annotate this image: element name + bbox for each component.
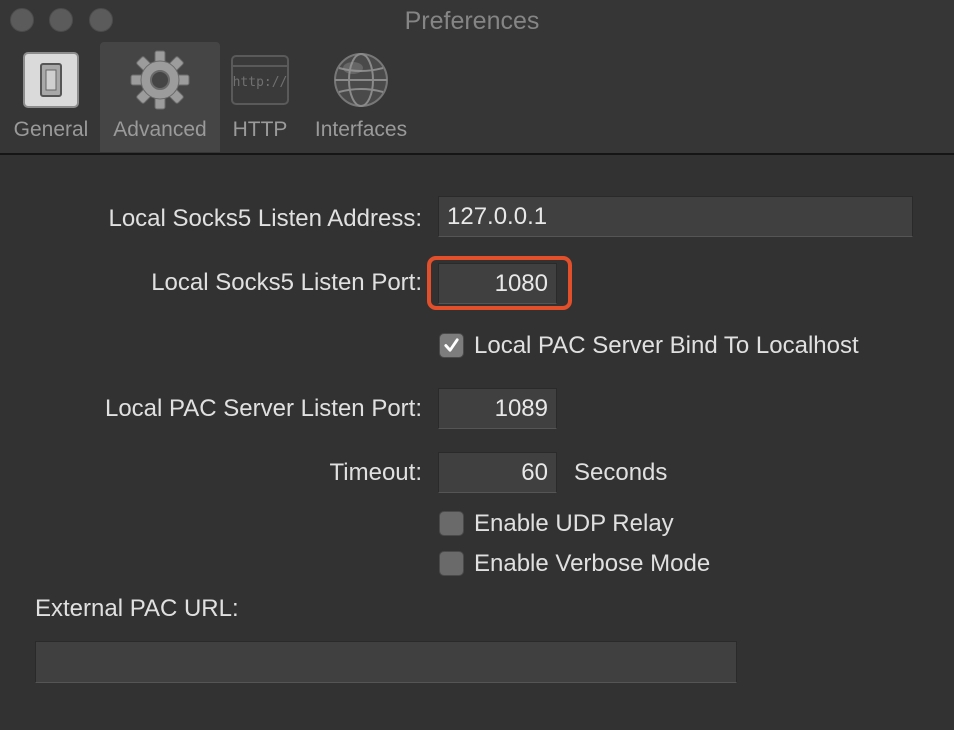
external-pac-label: External PAC URL: — [35, 595, 239, 622]
timeout-label: Timeout: — [329, 459, 422, 486]
socks-address-label: Local Socks5 Listen Address: — [108, 205, 422, 232]
toolbar: Preferences General Advanced http:// HTT… — [0, 0, 954, 155]
external-pac-input[interactable] — [35, 641, 737, 683]
tab-label: Advanced — [113, 118, 207, 141]
socks-port-label: Local Socks5 Listen Port: — [151, 269, 422, 296]
tab-label: Interfaces — [314, 118, 408, 141]
verbose-checkbox[interactable] — [439, 551, 464, 576]
window-title: Preferences — [404, 7, 540, 35]
pac-port-label: Local PAC Server Listen Port: — [104, 395, 422, 422]
checkmark-icon — [444, 338, 459, 352]
highlight-box — [427, 256, 572, 310]
pac-bind-label: Local PAC Server Bind To Localhost — [474, 332, 859, 359]
tab-label: HTTP — [232, 118, 288, 141]
tab-advanced[interactable]: Advanced — [100, 42, 220, 152]
svg-text:http://: http:// — [233, 75, 288, 90]
preferences-window: Preferences General Advanced http:// HTT… — [0, 0, 954, 730]
udp-relay-label: Enable UDP Relay — [474, 510, 674, 537]
tab-general[interactable]: General — [4, 42, 98, 152]
pac-port-input[interactable] — [438, 388, 557, 429]
tab-http[interactable]: http:// HTTP — [222, 42, 298, 152]
timeout-input[interactable] — [438, 452, 557, 493]
socks-address-input[interactable] — [438, 196, 913, 237]
timeout-unit-label: Seconds — [574, 459, 668, 486]
pac-bind-checkbox[interactable] — [439, 333, 464, 358]
tab-label: General — [13, 118, 89, 141]
globe-icon — [334, 53, 388, 107]
http-window-icon: http:// — [231, 55, 289, 105]
verbose-label: Enable Verbose Mode — [474, 550, 711, 577]
toggle-switch-icon — [23, 52, 79, 108]
gear-icon — [130, 50, 190, 110]
udp-relay-checkbox[interactable] — [439, 511, 464, 536]
tab-interfaces[interactable]: Interfaces — [304, 42, 418, 152]
